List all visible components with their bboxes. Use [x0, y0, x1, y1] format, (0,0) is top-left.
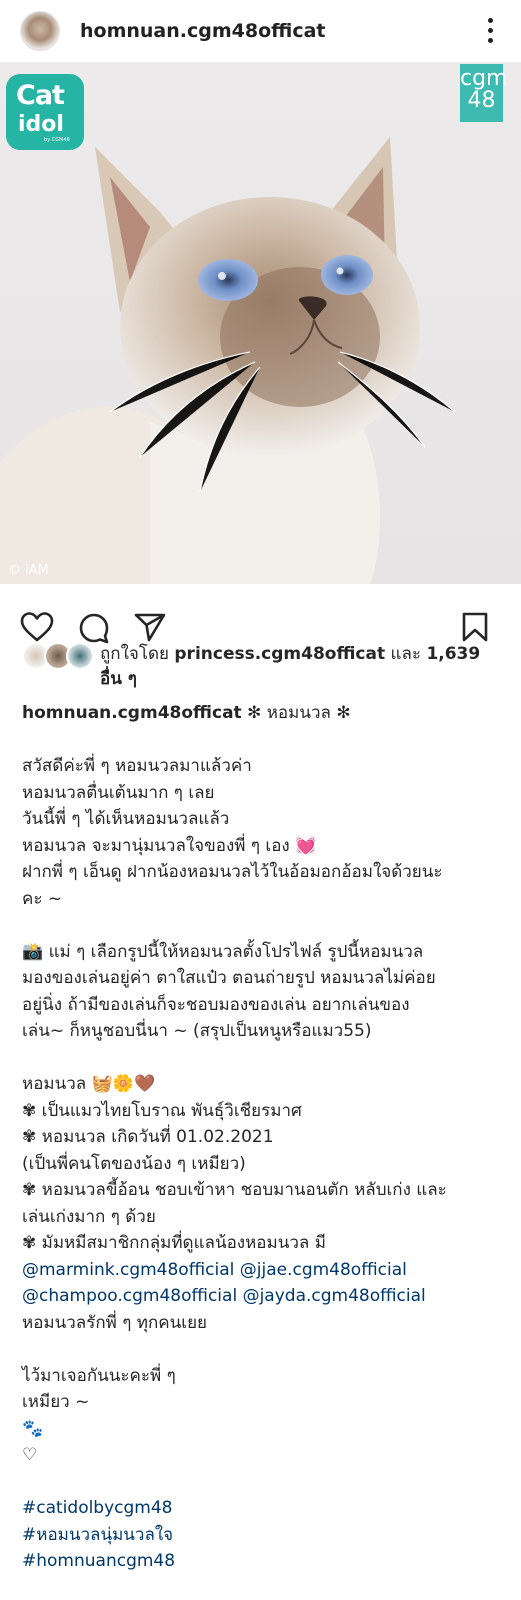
- cgm48-logo: cgm 48: [460, 64, 508, 122]
- post-header: homnuan.cgm48officat: [0, 0, 521, 62]
- likes-conjunction: และ: [390, 644, 422, 664]
- post-caption: homnuan.cgm48officat ✻ หอมนวล ✻ สวัสดีค่…: [0, 692, 521, 1575]
- caption-line: เหมียว ~: [22, 1392, 90, 1412]
- likes-prefix: ถูกใจโดย: [100, 644, 169, 664]
- hashtag-link[interactable]: #catidolbycgm48: [22, 1495, 499, 1522]
- caption-line: ไว้มาเจอกันนะคะพี่ ๆ: [22, 1365, 176, 1386]
- caption-line: มองของเล่นอยู่ค่า ตาใสแป๋ว ตอนถ่ายรูป หอ…: [22, 968, 436, 988]
- caption-line: เล่น~ ก็หนูชอบนี่นา ~ (สรุปเป็นหนูหรือแม…: [22, 1021, 372, 1041]
- heart-emoji-icon: 💓: [295, 835, 317, 856]
- comment-icon[interactable]: [78, 612, 110, 644]
- caption-line: หอมนวล จะมานุ่มนวลใจของพี่ ๆ เอง 💓: [22, 833, 499, 860]
- share-icon[interactable]: [134, 612, 166, 642]
- heart-icon[interactable]: [20, 612, 54, 642]
- liker-username[interactable]: princess.cgm48officat: [174, 644, 385, 664]
- caption-line: ✾ มัมหมีสมาชิกกลุ่มที่ดูแลน้องหอมนวล มี: [22, 1233, 326, 1253]
- mention-links[interactable]: @champoo.cgm48official @jayda.cgm48offic…: [22, 1283, 499, 1310]
- likes-summary: ถูกใจโดย princess.cgm48officat และ 1,639…: [0, 642, 521, 692]
- likes-count[interactable]: 1,639: [426, 644, 480, 664]
- caption-header: homnuan.cgm48officat ✻ หอมนวล ✻: [22, 700, 499, 727]
- caption-line: ✾ หอมนวล เกิดวันที่ 01.02.2021: [22, 1127, 274, 1147]
- likes-suffix[interactable]: อื่น ๆ: [100, 669, 137, 689]
- action-bar: [0, 584, 521, 650]
- caption-line: หอมนวลรักพี่ ๆ ทุกคนเยย: [22, 1312, 207, 1333]
- catidol-logo: Cat idol by CGM48: [6, 74, 84, 150]
- liker-avatar: [66, 642, 94, 670]
- caption-line: หอมนวล 🧺🌼🤎: [22, 1074, 156, 1094]
- caption-line: ✾ เป็นแมวไทยโบราณ พันธุ์วิเชียรมาศ: [22, 1100, 302, 1121]
- caption-username[interactable]: homnuan.cgm48officat: [22, 703, 242, 723]
- brand-logo-line1: Cat: [16, 80, 65, 111]
- post-photo[interactable]: Cat idol by CGM48 cgm 48 © iAM: [0, 62, 521, 584]
- caption-heart-text: หอมนวล จะมานุ่มนวลใจของพี่ ๆ เอง: [22, 835, 290, 856]
- cgm-logo-line2: 48: [467, 88, 496, 113]
- avatar[interactable]: [20, 11, 60, 51]
- caption-line: ✾ หอมนวลขี้อ้อน ชอบเข้าหา ชอบมานอนตัก หล…: [22, 1180, 447, 1200]
- caption-line: เล่นเก่งมาก ๆ ด้วย: [22, 1206, 156, 1227]
- hashtag-link[interactable]: #homnuancgm48: [22, 1548, 499, 1575]
- post-username[interactable]: homnuan.cgm48officat: [80, 20, 326, 42]
- caption-line: 📸 แม่ ๆ เลือกรูปนี้ให้หอมนวลตั้งโปรไฟล์ …: [22, 941, 424, 962]
- caption-line: (เป็นพี่คนโตของน้อง ๆ เหมียว): [22, 1153, 246, 1174]
- photo-credit: © iAM: [8, 563, 49, 578]
- caption-line: ฝากพี่ ๆ เอ็นดู ฝากน้องหอมนวลไว้ในอ้อมอก…: [22, 862, 443, 909]
- caption-line: หอมนวลตื่นเต้นมาก ๆ เลย: [22, 782, 215, 803]
- mention-links[interactable]: @marmink.cgm48official @jjae.cgm48offici…: [22, 1257, 499, 1284]
- caption-line: วันนี้พี่ ๆ ได้เห็นหอมนวลแล้ว: [22, 809, 230, 829]
- caption-line: อยู่นิ่ง ถ้ามีของเล่นก็จะชอบมองของเล่น อ…: [22, 994, 410, 1015]
- caption-title: ✻ หอมนวล ✻: [247, 703, 351, 723]
- paw-emoji-icon: 🐾: [22, 1418, 44, 1439]
- caption-line: สวัสดีค่ะพี่ ๆ หอมนวลมาแล้วค่า: [22, 756, 252, 776]
- liker-avatars[interactable]: [22, 642, 94, 670]
- brand-logo-sub: by CGM48: [44, 137, 70, 143]
- bookmark-icon[interactable]: [462, 612, 488, 642]
- brand-logo-line2: idol: [18, 112, 64, 137]
- more-icon[interactable]: [487, 18, 493, 43]
- cgm-logo-line1: cgm: [460, 66, 508, 91]
- heart-outline-glyph: ♡: [22, 1445, 38, 1465]
- hashtag-link[interactable]: #หอมนวลนุ่มนวลใจ: [22, 1522, 499, 1549]
